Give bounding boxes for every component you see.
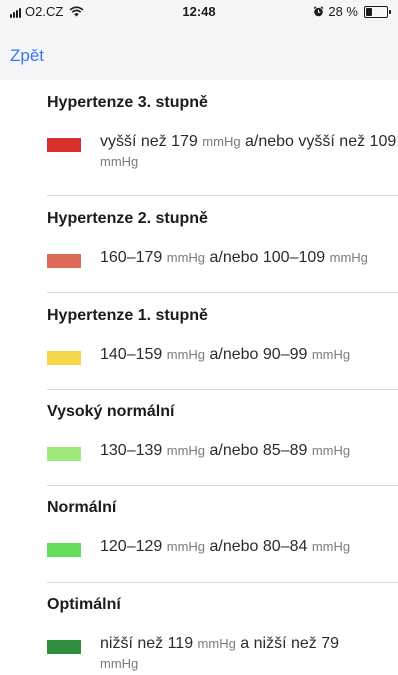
diastolic-value: 100–109: [262, 249, 326, 266]
category-title: Optimální: [47, 596, 121, 613]
category-title: Hypertenze 1. stupně: [47, 307, 208, 324]
status-bar: O2.CZ 12:48 28 %: [0, 0, 398, 24]
color-swatch: [47, 351, 81, 365]
category-section: Optimální nižší než 119 mmHg a nižší než…: [0, 583, 398, 675]
category-row: vyšší než 179 mmHg a/nebo vyšší než 109 …: [47, 132, 398, 172]
range-text: 120–129 mmHg a/nebo 80–84 mmHg: [100, 537, 350, 557]
category-title: Hypertenze 3. stupně: [47, 94, 208, 111]
systolic-value: 140–159: [100, 346, 163, 363]
category-section: Hypertenze 3. stupně vyšší než 179 mmHg …: [0, 80, 398, 196]
unit-label: mmHg: [166, 250, 206, 265]
conjunction: a/nebo vyšší než: [245, 133, 366, 150]
systolic-value: 130–139: [100, 442, 163, 459]
alarm-icon: [313, 6, 324, 17]
unit-label: mmHg: [202, 134, 241, 149]
conjunction: a/nebo: [209, 442, 259, 459]
color-swatch: [47, 640, 81, 654]
range-text: nižší než 119 mmHg a nižší než 79 mmHg: [100, 634, 339, 674]
category-section: Normální 120–129 mmHg a/nebo 80–84 mmHg: [0, 486, 398, 583]
unit-label: mmHg: [311, 539, 351, 554]
range-text: 130–139 mmHg a/nebo 85–89 mmHg: [100, 441, 350, 461]
category-section: Hypertenze 1. stupně 140–159 mmHg a/nebo…: [0, 293, 398, 390]
range-text: vyšší než 179 mmHg a/nebo vyšší než 109 …: [100, 132, 398, 172]
systolic-value: nižší než 119: [100, 635, 194, 652]
status-right: 28 %: [313, 4, 391, 19]
conjunction: a/nebo: [209, 346, 259, 363]
category-row: 140–159 mmHg a/nebo 90–99 mmHg: [47, 345, 398, 365]
back-button[interactable]: Zpět: [10, 46, 44, 66]
unit-label: mmHg: [166, 443, 206, 458]
unit-label: mmHg: [311, 347, 351, 362]
blood-pressure-legend: Hypertenze 3. stupně vyšší než 179 mmHg …: [0, 80, 398, 675]
category-row: 130–139 mmHg a/nebo 85–89 mmHg: [47, 441, 398, 461]
unit-label: mmHg: [100, 154, 139, 169]
systolic-value: 160–179: [100, 249, 163, 266]
diastolic-value: 80–84: [262, 538, 308, 555]
category-section: Vysoký normální 130–139 mmHg a/nebo 85–8…: [0, 390, 398, 486]
battery-fill: [366, 7, 372, 16]
unit-label: mmHg: [197, 636, 236, 651]
battery-icon: [364, 5, 391, 18]
range-text: 160–179 mmHg a/nebo 100–109 mmHg: [100, 248, 368, 268]
unit-label: mmHg: [166, 539, 206, 554]
systolic-value: 120–129: [100, 538, 163, 555]
unit-label: mmHg: [311, 443, 351, 458]
category-title: Vysoký normální: [47, 403, 175, 420]
category-row: 120–129 mmHg a/nebo 80–84 mmHg: [47, 537, 398, 557]
category-section: Hypertenze 2. stupně 160–179 mmHg a/nebo…: [0, 196, 398, 293]
conjunction: a/nebo: [209, 249, 259, 266]
category-row: 160–179 mmHg a/nebo 100–109 mmHg: [47, 248, 398, 268]
color-swatch: [47, 447, 81, 461]
category-row: nižší než 119 mmHg a nižší než 79 mmHg: [47, 634, 398, 674]
diastolic-value: 109: [369, 133, 397, 150]
unit-label: mmHg: [166, 347, 206, 362]
range-text: 140–159 mmHg a/nebo 90–99 mmHg: [100, 345, 350, 365]
diastolic-value: 85–89: [262, 442, 308, 459]
diastolic-value: 90–99: [262, 346, 308, 363]
battery-percent: 28 %: [328, 4, 358, 19]
category-title: Hypertenze 2. stupně: [47, 210, 208, 227]
category-title: Normální: [47, 499, 117, 516]
systolic-value: vyšší než 179: [100, 133, 198, 150]
unit-label: mmHg: [329, 250, 368, 265]
navigation-bar: Zpět: [0, 24, 398, 80]
diastolic-value: 79: [321, 635, 340, 652]
color-swatch: [47, 138, 81, 152]
conjunction: a/nebo: [209, 538, 259, 555]
conjunction: a nižší než: [240, 635, 317, 652]
color-swatch: [47, 254, 81, 268]
unit-label: mmHg: [100, 656, 139, 671]
color-swatch: [47, 543, 81, 557]
